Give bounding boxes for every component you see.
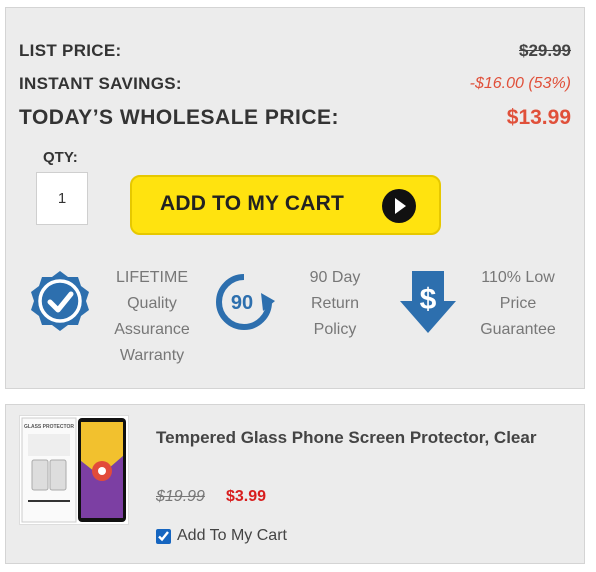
add-to-cart-checkbox-row[interactable]: Add To My Cart xyxy=(156,527,287,545)
wholesale-price-value: $13.99 xyxy=(506,106,571,129)
feature-warranty-text: LIFETIME Quality Assurance Warranty xyxy=(114,269,190,364)
list-price-label: LIST PRICE: xyxy=(19,41,122,60)
svg-text:GLASS PROTECTOR: GLASS PROTECTOR xyxy=(24,424,74,430)
product-old-price: $19.99 xyxy=(156,488,205,505)
svg-text:$: $ xyxy=(420,283,437,316)
add-to-cart-checkbox-label: Add To My Cart xyxy=(177,527,287,544)
savings-label: INSTANT SAVINGS: xyxy=(19,74,182,93)
list-price-row: LIST PRICE: $29.99 xyxy=(19,41,571,61)
product-new-price: $3.99 xyxy=(226,488,267,505)
check-badge-icon xyxy=(28,269,92,338)
quantity-input[interactable] xyxy=(36,172,88,225)
add-to-cart-checkbox[interactable] xyxy=(156,528,171,544)
play-circle-icon xyxy=(382,189,416,223)
dollar-down-arrow-icon: $ xyxy=(399,269,457,340)
feature-guarantee-text: 110% Low Price Guarantee xyxy=(480,269,556,338)
wholesale-price-row: TODAY’S WHOLESALE PRICE: $13.99 xyxy=(19,106,571,130)
svg-text:90: 90 xyxy=(231,292,253,314)
ninety-day-return-icon: 90 xyxy=(213,271,275,338)
savings-value: -$16.00 (53%) xyxy=(469,75,571,92)
wholesale-price-label: TODAY’S WHOLESALE PRICE: xyxy=(19,106,340,129)
add-to-cart-button[interactable]: ADD TO MY CART xyxy=(130,175,441,235)
add-to-cart-label: ADD TO MY CART xyxy=(160,192,345,215)
addon-product-panel: GLASS PROTECTOR Tempered Glass Phone Scr… xyxy=(5,404,585,564)
list-price-value: $29.99 xyxy=(519,41,571,60)
screen-protector-image: GLASS PROTECTOR xyxy=(19,415,129,525)
qty-label: QTY: xyxy=(43,149,78,166)
feature-return-text: 90 Day Return Policy xyxy=(309,269,361,338)
purchase-panel: LIST PRICE: $29.99 INSTANT SAVINGS: -$16… xyxy=(5,7,585,389)
product-name: Tempered Glass Phone Screen Protector, C… xyxy=(156,428,537,447)
savings-row: INSTANT SAVINGS: -$16.00 (53%) xyxy=(19,74,571,94)
